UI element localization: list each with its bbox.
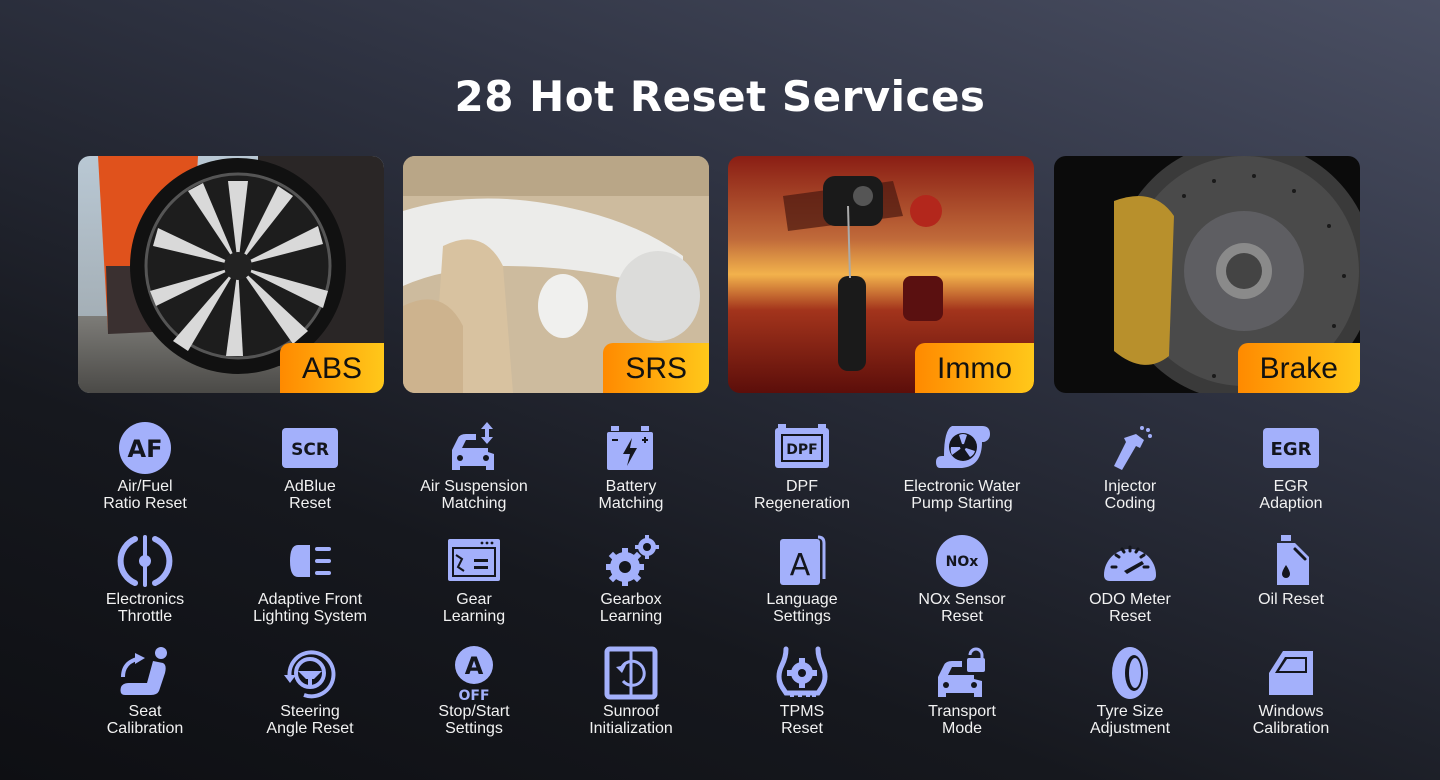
service-label: Battery Matching bbox=[598, 478, 664, 512]
service-label: Air Suspension Matching bbox=[420, 478, 528, 512]
service-battery-matching: Battery Matching bbox=[549, 420, 713, 512]
service-label: Gear Learning bbox=[442, 591, 506, 625]
service-transport-mode: Transport Mode bbox=[880, 645, 1044, 737]
language-icon: A bbox=[780, 535, 826, 585]
service-label: TPMS Reset bbox=[779, 703, 825, 737]
service-tyre-size-adjustment: Tyre Size Adjustment bbox=[1048, 645, 1212, 737]
service-label: Electronic Water Pump Starting bbox=[903, 478, 1021, 512]
service-label: Transport Mode bbox=[928, 703, 996, 737]
svg-text:EGR: EGR bbox=[1271, 439, 1312, 460]
service-adblue-reset: SCR AdBlue Reset bbox=[228, 420, 392, 512]
abs-card: ABS bbox=[78, 156, 384, 393]
service-tpms-reset: TPMS Reset bbox=[720, 645, 884, 737]
air-suspension-icon bbox=[452, 422, 494, 470]
svg-text:AF: AF bbox=[128, 435, 163, 463]
service-windows-calibration: Windows Calibration bbox=[1209, 645, 1373, 737]
brake-badge: Brake bbox=[1237, 343, 1360, 393]
scr-icon: SCR bbox=[282, 428, 338, 468]
svg-text:OFF: OFF bbox=[458, 688, 489, 701]
auto-stop-off-icon: A OFF bbox=[455, 646, 493, 701]
gear-learning-icon bbox=[448, 539, 500, 581]
tyre-icon bbox=[1112, 647, 1148, 699]
service-label: Injector Coding bbox=[1103, 478, 1157, 512]
service-label: Oil Reset bbox=[1258, 591, 1324, 608]
service-label: NOx Sensor Reset bbox=[918, 591, 1006, 625]
service-language-settings: A Language Settings bbox=[720, 533, 884, 625]
service-label: Air/Fuel Ratio Reset bbox=[103, 478, 187, 512]
page-title: 28 Hot Reset Services bbox=[454, 72, 986, 121]
srs-card: SRS bbox=[403, 156, 709, 393]
abs-badge: ABS bbox=[279, 343, 384, 393]
service-dpf-regeneration: DPF DPF Regeneration bbox=[720, 420, 884, 512]
service-gearbox-learning: Gearbox Learning bbox=[549, 533, 713, 625]
service-label: Stop/Start Settings bbox=[438, 703, 510, 737]
svg-text:NOx: NOx bbox=[946, 554, 979, 570]
headlight-icon bbox=[290, 545, 331, 577]
service-seat-calibration: Seat Calibration bbox=[63, 645, 227, 737]
svg-text:SCR: SCR bbox=[291, 440, 329, 460]
service-label: Sunroof Initialization bbox=[589, 703, 673, 737]
battery-icon bbox=[607, 426, 653, 470]
service-label: Gearbox Learning bbox=[599, 591, 663, 625]
injector-icon bbox=[1114, 426, 1152, 470]
nox-icon: NOx bbox=[936, 535, 988, 587]
sunroof-icon bbox=[604, 646, 658, 700]
service-label: AdBlue Reset bbox=[284, 478, 336, 512]
steering-icon bbox=[284, 650, 336, 699]
service-nox-sensor-reset: NOx NOx Sensor Reset bbox=[880, 533, 1044, 625]
service-adaptive-front-lighting: Adaptive Front Lighting System bbox=[228, 533, 392, 625]
service-label: DPF Regeneration bbox=[753, 478, 851, 512]
service-air-suspension-matching: Air Suspension Matching bbox=[392, 420, 556, 512]
oil-can-icon bbox=[1277, 535, 1309, 585]
service-sunroof-initialization: Sunroof Initialization bbox=[549, 645, 713, 737]
service-label: Adaptive Front Lighting System bbox=[253, 591, 367, 625]
svg-text:DPF: DPF bbox=[786, 442, 817, 458]
service-label: EGR Adaption bbox=[1259, 478, 1323, 512]
service-egr-adaption: EGR EGR Adaption bbox=[1209, 420, 1373, 512]
tpms-icon bbox=[776, 646, 828, 697]
service-air-fuel-ratio-reset: AF Air/Fuel Ratio Reset bbox=[63, 420, 227, 512]
brake-card: Brake bbox=[1054, 156, 1360, 393]
immo-card: Immo bbox=[728, 156, 1034, 393]
immo-badge: Immo bbox=[915, 343, 1034, 393]
window-door-icon bbox=[1269, 651, 1313, 695]
gearbox-icon bbox=[606, 535, 659, 586]
af-icon: AF bbox=[119, 422, 171, 474]
dpf-icon: DPF bbox=[775, 424, 829, 468]
service-electronics-throttle: Electronics Throttle bbox=[63, 533, 227, 625]
service-label: Seat Calibration bbox=[106, 703, 184, 737]
service-electronic-water-pump-starting: Electronic Water Pump Starting bbox=[880, 420, 1044, 512]
svg-text:A: A bbox=[790, 548, 811, 583]
srs-badge: SRS bbox=[603, 343, 709, 393]
service-label: ODO Meter Reset bbox=[1089, 591, 1171, 625]
service-label: Electronics Throttle bbox=[105, 591, 185, 625]
service-injector-coding: Injector Coding bbox=[1048, 420, 1212, 512]
service-label: Language Settings bbox=[766, 591, 838, 625]
service-steering-angle-reset: Steering Angle Reset bbox=[228, 645, 392, 737]
transport-lock-icon bbox=[938, 647, 985, 697]
service-odo-meter-reset: ODO Meter Reset bbox=[1048, 533, 1212, 625]
service-gear-learning: Gear Learning bbox=[392, 533, 556, 625]
service-label: Windows Calibration bbox=[1252, 703, 1330, 737]
seat-icon bbox=[120, 647, 167, 695]
odometer-icon bbox=[1104, 545, 1156, 581]
water-pump-icon bbox=[936, 426, 990, 468]
egr-icon: EGR bbox=[1263, 428, 1319, 468]
throttle-icon bbox=[117, 535, 173, 587]
service-oil-reset: Oil Reset bbox=[1209, 533, 1373, 608]
service-stop-start-settings: A OFF Stop/Start Settings bbox=[392, 645, 556, 737]
svg-text:A: A bbox=[465, 652, 484, 680]
service-label: Tyre Size Adjustment bbox=[1089, 703, 1171, 737]
service-label: Steering Angle Reset bbox=[266, 703, 354, 737]
